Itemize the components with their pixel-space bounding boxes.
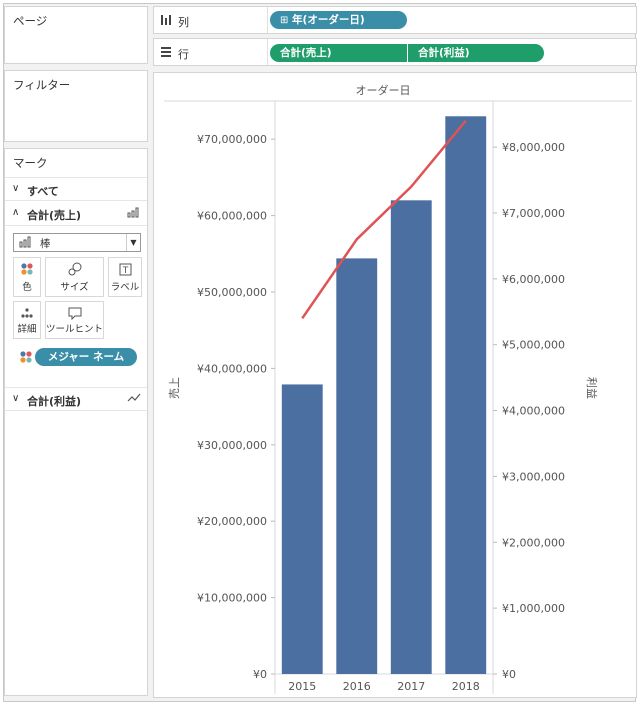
x-tick-label: 2016 [343, 680, 371, 693]
right-tick-label: ¥4,000,000 [502, 405, 565, 418]
color-dots-icon [19, 350, 33, 367]
size-icon [46, 262, 103, 276]
sum-sales-pill[interactable]: 合計(売上) [270, 44, 407, 62]
year-order-date-pill-label: 年(オーダー日) [292, 14, 365, 26]
left-axis-title: 売上 [168, 377, 181, 399]
chevron-down-icon: ∨ [12, 183, 20, 194]
filters-title: フィルター [13, 78, 71, 92]
sum-sales-pill-label: 合計(売上) [280, 47, 332, 59]
tooltip-bubble-icon [46, 306, 103, 320]
label-button[interactable]: T ラベル [108, 257, 142, 297]
right-tick-label: ¥3,000,000 [502, 470, 565, 483]
filters-card[interactable]: フィルター [4, 70, 148, 142]
line-chart-icon [127, 392, 141, 407]
chart-title: オーダー日 [356, 83, 411, 97]
dual-axis-chart: オーダー日 ¥0 ¥10,000,000 ¥20,000,000 ¥30,000,000… [164, 83, 632, 694]
pages-card[interactable]: ページ [4, 6, 148, 64]
dropdown-arrow-icon: ▼ [126, 234, 140, 251]
right-tick-label: ¥8,000,000 [502, 141, 565, 154]
plus-box-icon: ⊞ [280, 15, 289, 26]
right-tick-label: ¥2,000,000 [502, 536, 565, 549]
right-tick-label: ¥6,000,000 [502, 273, 565, 286]
size-button[interactable]: サイズ [45, 257, 104, 297]
left-tick-label: ¥60,000,000 [197, 210, 267, 223]
profit-line [301, 119, 467, 320]
bar-chart-icon [127, 206, 141, 221]
detail-button-label: 詳細 [17, 324, 37, 335]
svg-text:T: T [121, 266, 128, 276]
marks-all-label: すべて [27, 185, 59, 198]
left-tick-label: ¥10,000,000 [197, 592, 267, 605]
bar-2015 [281, 384, 323, 674]
measure-names-pill[interactable]: メジャー ネーム [35, 348, 137, 366]
chart-view: オーダー日 ¥0 ¥10,000,000 ¥20,000,000 ¥30,000,000… [153, 72, 637, 698]
chevron-down-icon: ∨ [12, 393, 20, 404]
columns-shelf-label: 列 [178, 16, 189, 29]
x-tick-label: 2018 [452, 680, 480, 693]
mark-type-value: 棒 [40, 238, 51, 250]
year-order-date-pill[interactable]: ⊞ 年(オーダー日) [270, 11, 407, 29]
bar-2016 [336, 258, 378, 674]
rows-shelf[interactable]: 行 合計(売上) 合計(利益) [153, 38, 637, 66]
color-button-label: 色 [22, 282, 32, 293]
color-button[interactable]: 色 [13, 257, 41, 297]
label-button-label: ラベル [110, 282, 140, 293]
sum-profit-pill[interactable]: 合計(利益) [408, 44, 544, 62]
left-tick-label: ¥70,000,000 [197, 133, 267, 146]
mark-type-select[interactable]: 棒 ▼ [13, 233, 141, 252]
left-tick-label: ¥30,000,000 [197, 439, 267, 452]
marks-sum-sales-row[interactable]: ∧ 合計(売上) [5, 202, 147, 226]
right-tick-label: ¥7,000,000 [502, 207, 565, 220]
rows-shelf-label: 行 [178, 48, 189, 61]
right-axis-title: 利益 [585, 377, 599, 399]
pages-title: ページ [13, 14, 48, 28]
columns-shelf[interactable]: 列 ⊞ 年(オーダー日) [153, 6, 637, 34]
bar-2018 [445, 116, 487, 674]
size-button-label: サイズ [60, 282, 89, 293]
detail-dots-icon [14, 306, 40, 320]
left-tick-label: ¥0 [253, 668, 267, 681]
left-tick-label: ¥20,000,000 [197, 515, 267, 528]
marks-title: マーク [13, 156, 48, 170]
marks-all-row[interactable]: ∨ すべて [5, 177, 147, 201]
left-tick-label: ¥50,000,000 [197, 286, 267, 299]
right-tick-label: ¥0 [502, 668, 516, 681]
text-label-icon: T [109, 262, 141, 276]
x-tick-label: 2015 [288, 680, 316, 693]
bar-2017 [390, 200, 432, 674]
marks-sum-profit-label: 合計(利益) [27, 395, 82, 408]
rows-icon [160, 46, 172, 61]
x-tick-label: 2017 [397, 680, 425, 693]
marks-card: マーク ∨ すべて ∧ 合計(売上) 棒 ▼ 色 サイズ T ラベル 詳細 ツー… [4, 148, 148, 696]
columns-icon [160, 14, 172, 29]
right-tick-label: ¥5,000,000 [502, 339, 565, 352]
measure-names-pill-label: メジャー ネーム [47, 351, 125, 363]
left-tick-label: ¥40,000,000 [197, 362, 267, 375]
chevron-up-icon: ∧ [12, 207, 20, 218]
detail-button[interactable]: 詳細 [13, 301, 41, 339]
bar-chart-icon [19, 236, 33, 251]
shelf-divider [267, 39, 268, 65]
marks-sum-sales-label: 合計(売上) [27, 209, 82, 222]
sum-profit-pill-label: 合計(利益) [418, 47, 470, 59]
right-tick-label: ¥1,000,000 [502, 602, 565, 615]
marks-sum-profit-row[interactable]: ∨ 合計(利益) [5, 387, 147, 411]
shelf-divider [267, 7, 268, 33]
tooltip-button-label: ツールヒント [46, 324, 104, 335]
tooltip-button[interactable]: ツールヒント [45, 301, 104, 339]
color-dots-icon [14, 262, 40, 276]
